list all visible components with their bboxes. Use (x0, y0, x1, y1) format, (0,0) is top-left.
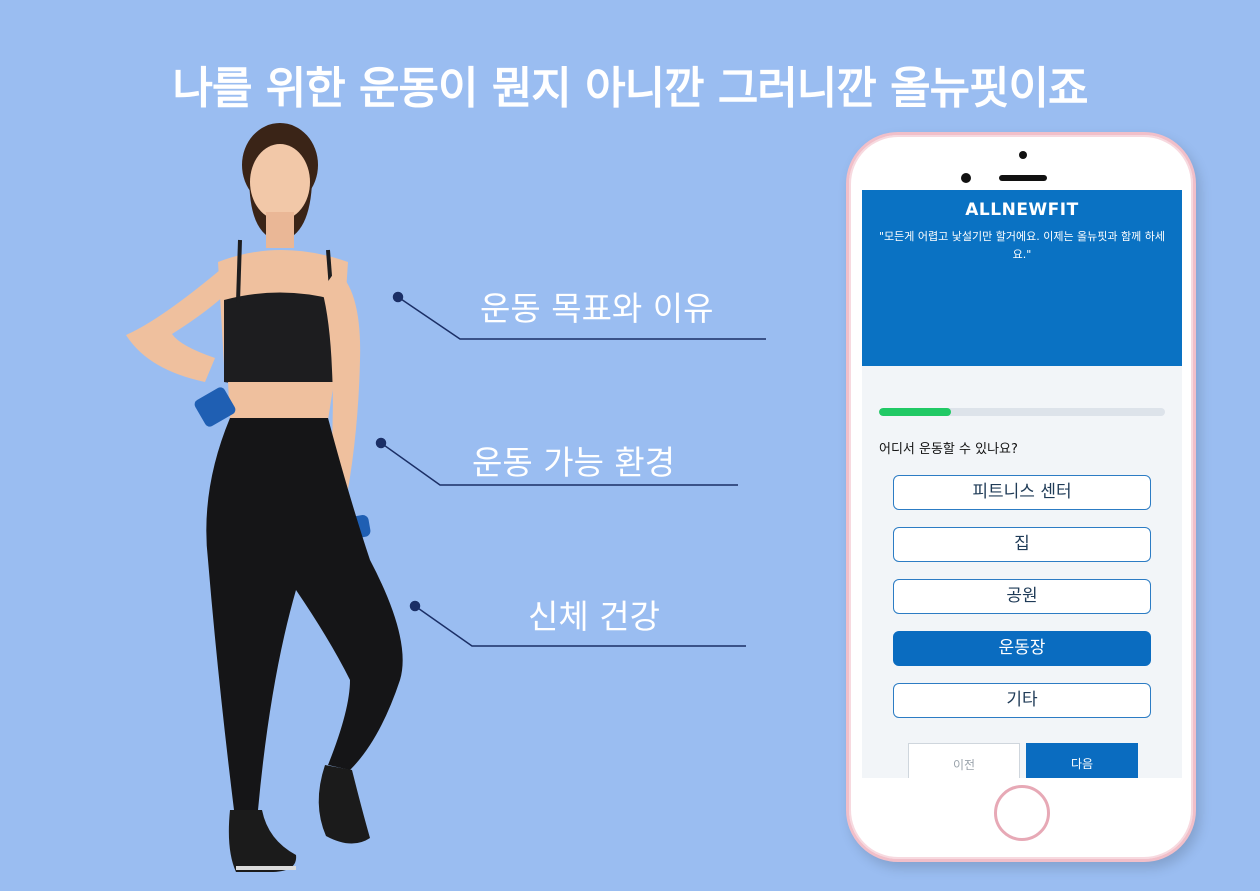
app-quote: "모든게 어렵고 낯설기만 할거에요. 이제는 올뉴핏과 함께 하세요." (878, 230, 1166, 261)
option-park[interactable]: 공원 (893, 579, 1151, 614)
app-header: ALLNEWFIT "모든게 어렵고 낯설기만 할거에요. 이제는 올뉴핏과 함… (862, 190, 1182, 366)
option-playground[interactable]: 운동장 (893, 631, 1151, 666)
option-list: 피트니스 센터 집 공원 운동장 기타 (893, 475, 1151, 735)
phone-speaker (999, 175, 1047, 181)
phone-home-button[interactable] (994, 785, 1050, 841)
phone-camera (961, 173, 971, 183)
phone-sensor-dot (1019, 151, 1027, 159)
app-brand: ALLNEWFIT (965, 200, 1079, 220)
option-fitness-center[interactable]: 피트니스 센터 (893, 475, 1151, 510)
option-other[interactable]: 기타 (893, 683, 1151, 718)
question-text: 어디서 운동할 수 있나요? (879, 442, 1018, 457)
option-home[interactable]: 집 (893, 527, 1151, 562)
phone-mockup: ALLNEWFIT "모든게 어렵고 낯설기만 할거에요. 이제는 올뉴핏과 함… (846, 132, 1196, 862)
callout-label-health: 신체 건강 (528, 597, 660, 636)
app-screen: ALLNEWFIT "모든게 어렵고 낯설기만 할거에요. 이제는 올뉴핏과 함… (862, 190, 1182, 778)
prev-button[interactable]: 이전 (908, 743, 1020, 778)
callout-label-goals: 운동 목표와 이유 (480, 289, 714, 328)
progress-bar (879, 408, 1165, 416)
progress-fill (879, 408, 951, 416)
woman-figure-image (126, 123, 403, 872)
headline: 나를 위한 운동이 뭔지 아니깐 그러니깐 올뉴핏이죠 (172, 63, 1089, 114)
next-button[interactable]: 다음 (1026, 743, 1138, 778)
callout-label-environment: 운동 가능 환경 (472, 443, 676, 482)
